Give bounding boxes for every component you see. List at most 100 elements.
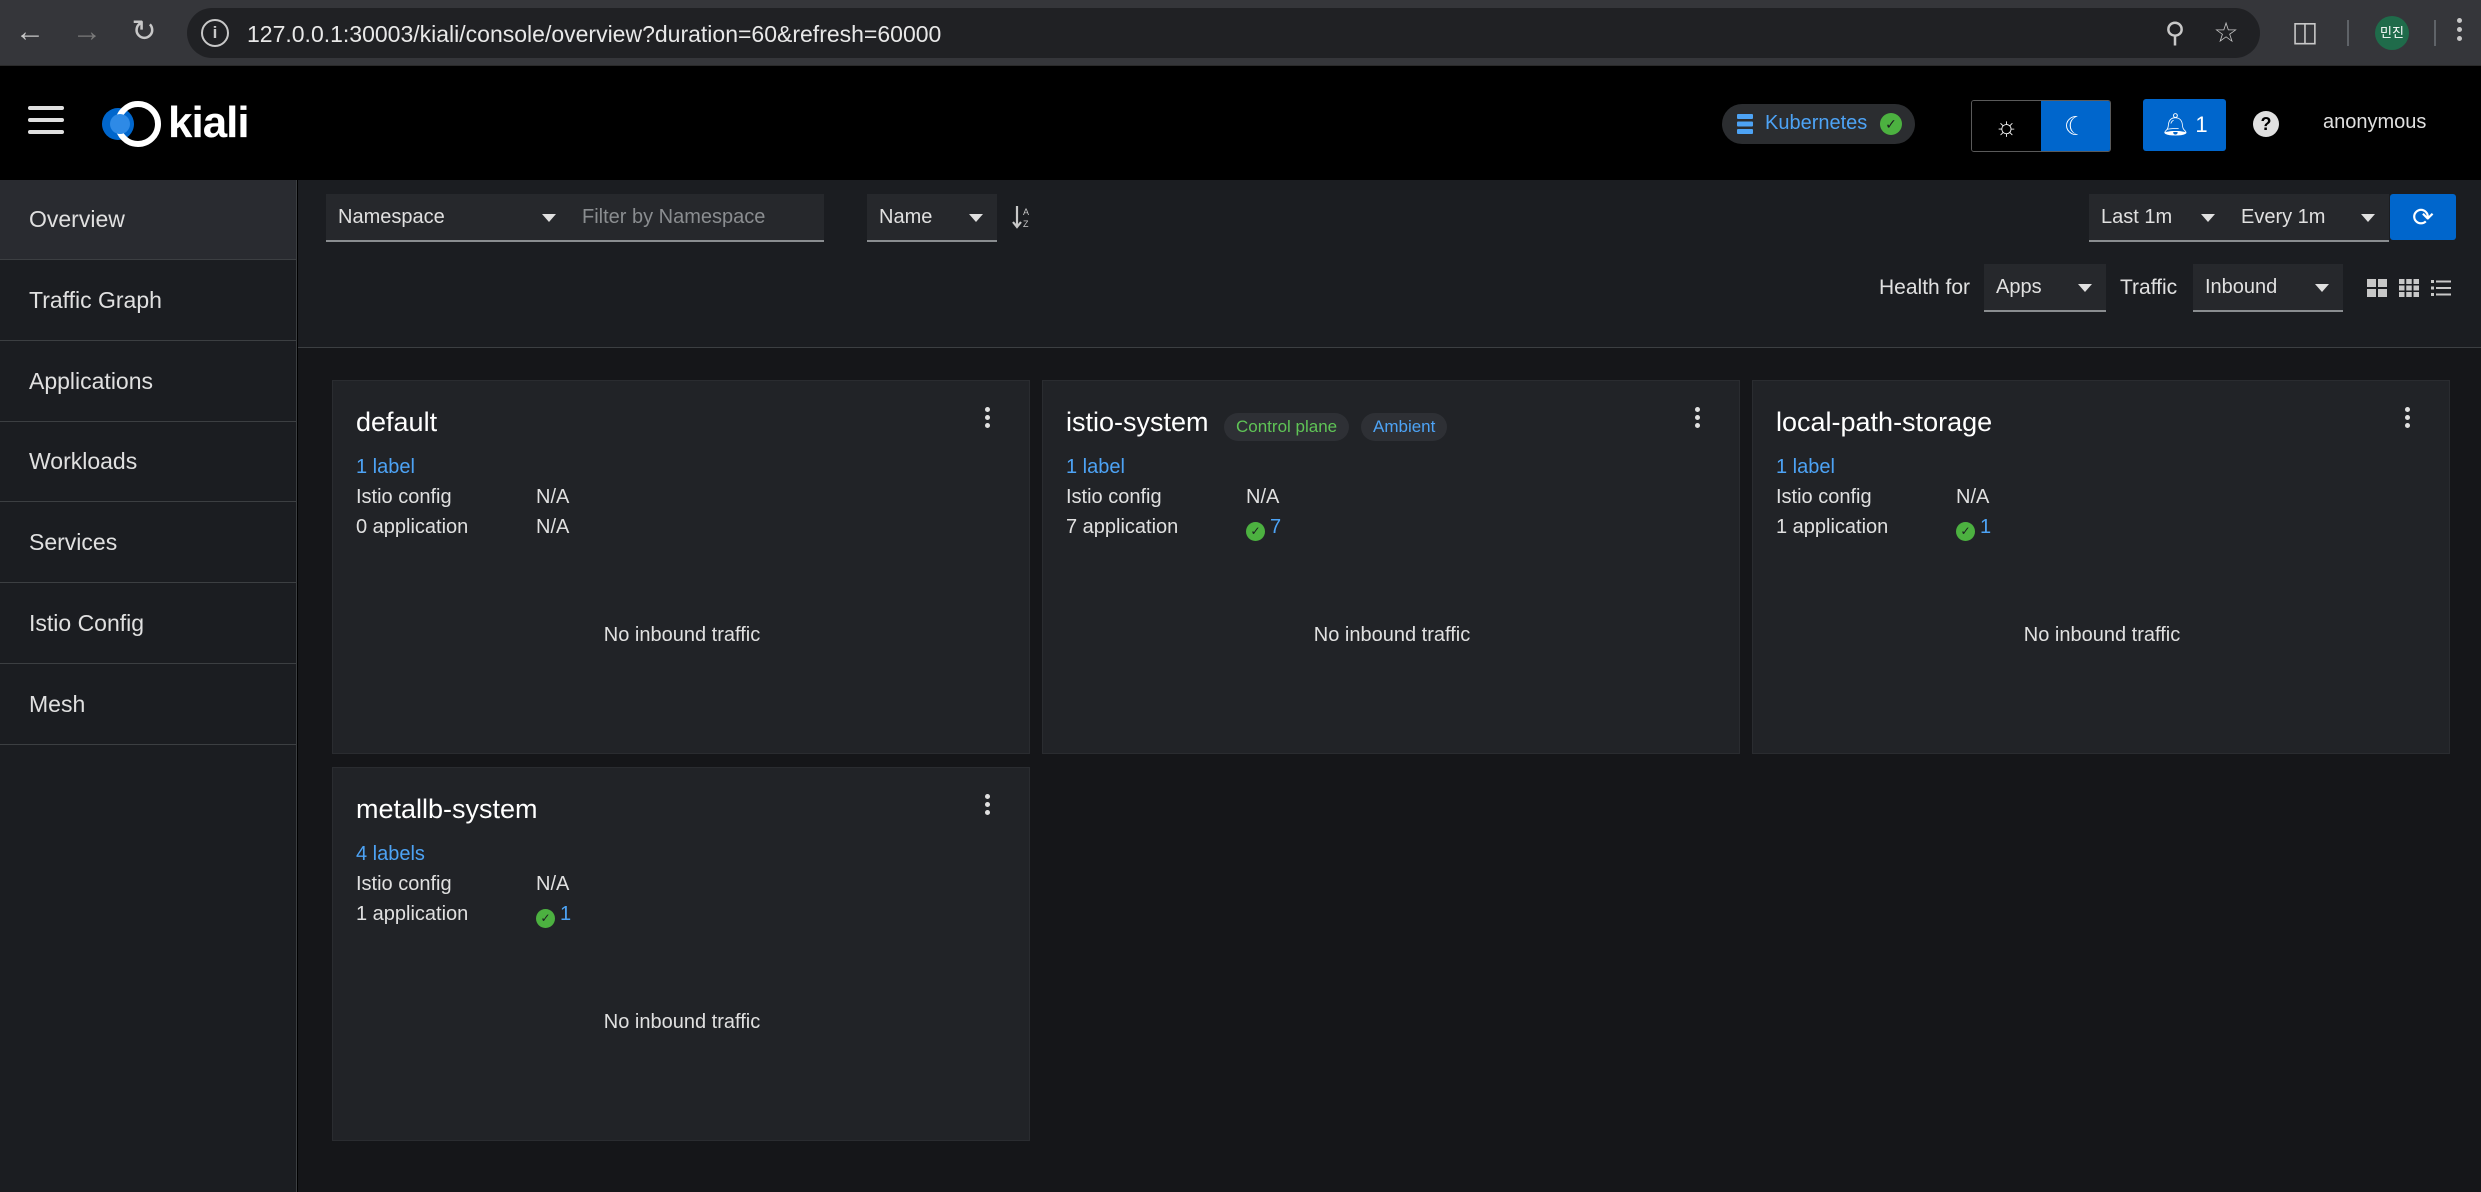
moon-icon[interactable]: ☾ xyxy=(2041,101,2110,151)
caret-down-icon xyxy=(542,214,556,222)
namespace-title[interactable]: local-path-storage xyxy=(1776,407,1992,438)
user-menu[interactable]: anonymous xyxy=(2323,111,2426,134)
back-arrow-icon[interactable]: ← xyxy=(10,12,50,52)
namespace-title[interactable]: default xyxy=(356,407,437,438)
sidebar-item-applications[interactable]: Applications xyxy=(0,342,296,422)
istio-config-value: N/A xyxy=(1246,486,1280,508)
applications-label: 1 application xyxy=(356,903,469,925)
applications-health[interactable]: ✓ 7 xyxy=(1246,516,1281,541)
istio-config-value: N/A xyxy=(536,486,570,508)
namespace-filter-field[interactable] xyxy=(570,194,824,240)
sidebar-item-traffic-graph[interactable]: Traffic Graph xyxy=(0,261,296,341)
labels-link[interactable]: 1 label xyxy=(1066,456,1125,479)
refresh-interval-value: Every 1m xyxy=(2241,206,2326,228)
hamburger-menu-icon[interactable] xyxy=(28,106,64,136)
card-actions-kebab-icon[interactable] xyxy=(985,407,993,433)
sidebar-item-label: Istio Config xyxy=(29,610,145,636)
namespace-title[interactable]: metallb-system xyxy=(356,794,538,825)
istio-config-label: Istio config xyxy=(1066,486,1162,508)
traffic-direction-select[interactable]: Inbound xyxy=(2193,264,2343,312)
applications-label: 7 application xyxy=(1066,516,1179,538)
caret-down-icon xyxy=(2078,284,2092,292)
bell-icon: 🔔︎ xyxy=(2161,112,2190,137)
health-for-label: Health for xyxy=(1879,276,1971,299)
main-content: Namespace Name A Z Last 1m Every 1m ⟳ He… xyxy=(298,180,2481,1192)
url-text[interactable]: 127.0.0.1:30003/kiali/console/overview?d… xyxy=(247,21,941,48)
labels-link[interactable]: 1 label xyxy=(356,456,415,479)
sidebar-item-label: Traffic Graph xyxy=(29,287,162,313)
sidebar-item-istio-config[interactable]: Istio Config xyxy=(0,584,296,664)
control-plane-tag: Control plane xyxy=(1224,413,1350,441)
profile-avatar[interactable]: 민진 xyxy=(2375,16,2409,50)
health-for-select[interactable]: Apps xyxy=(1984,264,2106,312)
cluster-badge[interactable]: Kubernetes ✓ xyxy=(1722,104,1915,144)
extensions-icon[interactable]: ◫ xyxy=(2286,13,2324,51)
sidebar: Overview Traffic Graph Applications Work… xyxy=(0,180,297,1192)
istio-config-value: N/A xyxy=(1956,486,1990,508)
reload-icon[interactable]: ↻ xyxy=(124,12,164,52)
healthy-count: 1 xyxy=(560,903,572,925)
caret-down-icon xyxy=(2315,284,2329,292)
sidebar-item-workloads[interactable]: Workloads xyxy=(0,422,296,502)
masthead: kiali Kubernetes ✓ ☼ ☾ 🔔︎ 1 ? anonymous xyxy=(0,66,2481,180)
sidebar-item-label: Services xyxy=(29,529,118,555)
sort-direction-icon[interactable]: A Z xyxy=(1011,204,1033,230)
traffic-label: Traffic xyxy=(2120,276,2178,299)
labels-link[interactable]: 1 label xyxy=(1776,456,1835,479)
istio-config-label: Istio config xyxy=(356,486,452,508)
check-circle-icon: ✓ xyxy=(536,909,555,928)
applications-health[interactable]: ✓ 1 xyxy=(1956,516,1991,541)
notifications-button[interactable]: 🔔︎ 1 xyxy=(2143,99,2226,151)
caret-down-icon xyxy=(2201,214,2215,222)
sidebar-item-mesh[interactable]: Mesh xyxy=(0,665,296,745)
check-circle-icon: ✓ xyxy=(1880,113,1902,135)
address-bar[interactable]: i 127.0.0.1:30003/kiali/console/overview… xyxy=(187,8,2260,58)
namespace-card-local-path-storage: local-path-storage 1 label Istio config … xyxy=(1752,380,2450,754)
bookmark-star-icon[interactable]: ☆ xyxy=(2209,16,2243,50)
sort-field-select[interactable]: Name xyxy=(867,194,997,242)
site-info-icon[interactable]: i xyxy=(201,19,229,47)
refresh-button[interactable]: ⟳ xyxy=(2390,194,2456,240)
list-view-icon[interactable] xyxy=(2430,277,2452,299)
caret-down-icon xyxy=(969,214,983,222)
toolbar-divider xyxy=(2347,20,2349,46)
traffic-status: No inbound traffic xyxy=(603,624,761,646)
healthy-count: 7 xyxy=(1270,516,1282,538)
labels-link[interactable]: 4 labels xyxy=(356,843,425,866)
refresh-interval-select[interactable]: Every 1m xyxy=(2229,194,2389,242)
expand-view-icon[interactable] xyxy=(2366,277,2388,299)
duration-select[interactable]: Last 1m xyxy=(2089,194,2229,242)
card-actions-kebab-icon[interactable] xyxy=(2405,407,2413,433)
zoom-icon[interactable]: ⚲ xyxy=(2158,16,2192,50)
sidebar-item-label: Overview xyxy=(29,206,125,232)
sidebar-item-services[interactable]: Services xyxy=(0,503,296,583)
ambient-tag: Ambient xyxy=(1361,413,1448,441)
help-icon[interactable]: ? xyxy=(2253,111,2279,137)
card-actions-kebab-icon[interactable] xyxy=(985,794,993,820)
toolbar-divider xyxy=(2434,20,2436,46)
istio-config-label: Istio config xyxy=(1776,486,1872,508)
theme-toggle: ☼ ☾ xyxy=(1971,100,2111,152)
namespace-filter-input[interactable] xyxy=(570,194,824,242)
namespace-card-metallb-system: metallb-system 4 labels Istio config N/A… xyxy=(332,767,1030,1141)
forward-arrow-icon[interactable]: → xyxy=(67,12,107,52)
caret-down-icon xyxy=(2361,214,2375,222)
sun-icon[interactable]: ☼ xyxy=(1972,101,2041,151)
sidebar-item-label: Applications xyxy=(29,368,154,394)
sidebar-item-label: Mesh xyxy=(29,691,86,717)
applications-label: 0 application xyxy=(356,516,469,538)
applications-health[interactable]: ✓ 1 xyxy=(536,903,571,928)
browser-menu-icon[interactable] xyxy=(2452,14,2466,52)
healthy-count: 1 xyxy=(1980,516,1992,538)
sidebar-item-overview[interactable]: Overview xyxy=(0,180,296,260)
kiali-logo[interactable]: kiali xyxy=(98,98,268,148)
compact-view-icon[interactable] xyxy=(2398,277,2420,299)
filter-type-select[interactable]: Namespace xyxy=(326,194,570,242)
namespace-title[interactable]: istio-system xyxy=(1066,407,1209,438)
logo-text: kiali xyxy=(168,98,250,147)
card-actions-kebab-icon[interactable] xyxy=(1695,407,1703,433)
check-circle-icon: ✓ xyxy=(1246,522,1265,541)
traffic-direction-value: Inbound xyxy=(2205,276,2278,298)
notification-count: 1 xyxy=(2195,112,2208,137)
namespace-card-istio-system: istio-system Control plane Ambient 1 lab… xyxy=(1042,380,1740,754)
